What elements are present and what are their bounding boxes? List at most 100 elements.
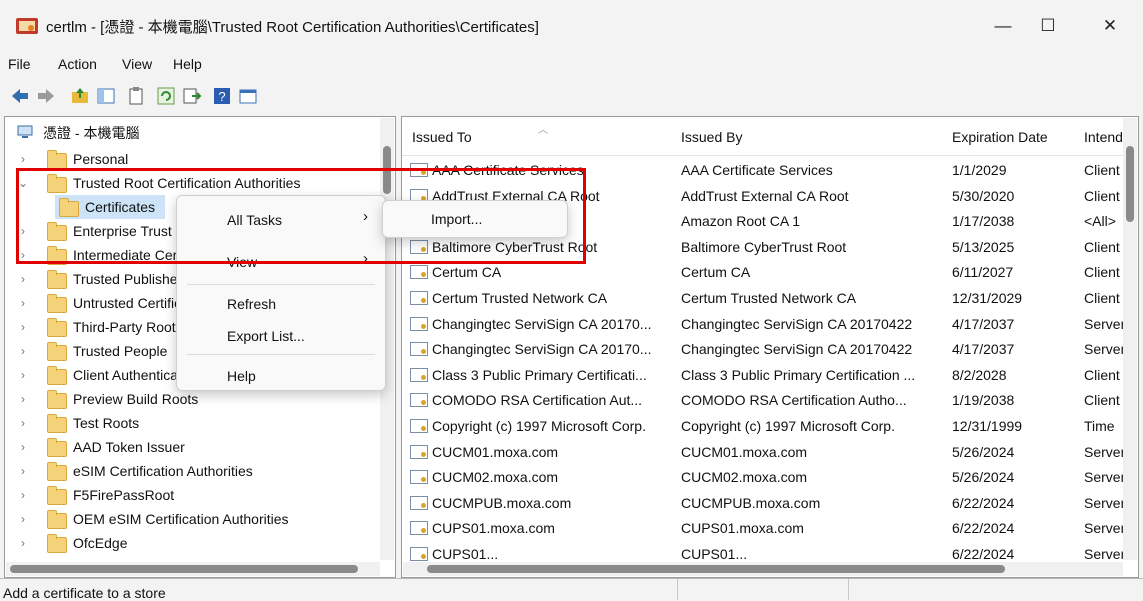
tree-root-label: 憑證 - 本機電腦 <box>43 125 140 141</box>
cell-expiration-date: 5/30/2020 <box>952 187 1015 204</box>
chevron-right-icon[interactable]: › <box>17 531 29 555</box>
export-list-icon[interactable] <box>182 86 202 106</box>
cell-issued-to: CUCMPUB.moxa.com <box>432 494 572 511</box>
folder-icon <box>47 486 67 505</box>
table-row[interactable]: Copyright (c) 1997 Microsoft Corp. Copyri… <box>402 413 1124 439</box>
up-folder-icon[interactable] <box>70 86 90 106</box>
minimize-button[interactable]: — <box>978 10 1028 42</box>
table-row[interactable]: CUCMPUB.moxa.com CUCMPUB.moxa.com 6/22/202… <box>402 490 1124 516</box>
cell-issued-by: Certum CA <box>681 264 751 281</box>
menu-view[interactable]: View <box>122 56 152 72</box>
list-horizontal-scrollbar[interactable] <box>403 562 1123 576</box>
maximize-button[interactable]: ☐ <box>1023 10 1073 42</box>
menu-action[interactable]: Action <box>58 56 97 72</box>
show-hide-tree-icon[interactable] <box>96 86 116 106</box>
cell-intended-purposes: Server <box>1084 494 1124 511</box>
cell-intended-purposes: Client <box>1084 392 1120 409</box>
cell-issued-by: COMODO RSA Certification Autho... <box>681 392 907 409</box>
tree-horizontal-scroll-thumb[interactable] <box>10 565 358 573</box>
chevron-right-icon[interactable]: › <box>17 291 29 315</box>
tree-item[interactable]: › AAD Token Issuer <box>5 435 375 459</box>
cell-expiration-date: 6/11/2027 <box>952 264 1014 281</box>
tree-item-label: Test Roots <box>73 415 140 431</box>
forward-arrow-icon[interactable] <box>36 86 56 106</box>
table-row[interactable]: COMODO RSA Certification Aut... COMODO RS… <box>402 387 1124 413</box>
certificate-icon <box>410 316 428 331</box>
cell-intended-purposes: Server <box>1084 469 1124 486</box>
cell-expiration-date: 4/17/2037 <box>952 341 1015 358</box>
cell-intended-purposes: Server <box>1084 443 1124 460</box>
list-vertical-scrollbar[interactable] <box>1123 118 1137 560</box>
clipboard-icon[interactable] <box>126 86 146 106</box>
chevron-right-icon[interactable]: › <box>17 267 29 291</box>
tree-item[interactable]: › Test Roots <box>5 411 375 435</box>
menu-help[interactable]: Help <box>173 56 202 72</box>
chevron-right-icon[interactable]: › <box>17 387 29 411</box>
certificate-icon <box>410 419 428 433</box>
cell-intended-purposes: Server <box>1084 520 1124 537</box>
folder-icon <box>47 342 67 361</box>
certificate-icon <box>410 547 428 561</box>
close-button[interactable]: ✕ <box>1085 10 1135 42</box>
table-row[interactable]: Class 3 Public Primary Certificati... Cla… <box>402 362 1124 388</box>
certificate-icon <box>410 291 428 305</box>
chevron-right-icon[interactable]: › <box>17 435 29 459</box>
chevron-right-icon[interactable]: › <box>17 363 29 387</box>
cell-intended-purposes: Client <box>1084 238 1120 255</box>
cell-intended-purposes: Client <box>1084 366 1120 383</box>
certificate-icon <box>410 521 428 536</box>
list-vertical-scroll-thumb[interactable] <box>1126 146 1134 222</box>
cell-expiration-date: 12/31/1999 <box>952 418 1023 434</box>
certificate-icon <box>410 342 428 357</box>
tree-item[interactable]: › F5FirePassRoot <box>5 483 375 507</box>
chevron-right-icon[interactable]: › <box>17 483 29 507</box>
chevron-right-icon[interactable]: › <box>17 459 29 483</box>
cell-issued-by: Copyright (c) 1997 Microsoft Corp. <box>681 418 895 434</box>
cell-expiration-date: 5/26/2024 <box>952 443 1015 460</box>
help-icon[interactable]: ? <box>212 86 232 106</box>
cell-expiration-date: 5/26/2024 <box>952 469 1015 486</box>
table-row[interactable]: CUPS01.moxa.com CUPS01.moxa.com 6/22/2024 S… <box>402 515 1124 541</box>
folder-icon <box>47 510 67 529</box>
column-header-intended-purposes[interactable]: Intended Purposes <box>1084 129 1124 145</box>
tree-item[interactable]: › OEM eSIM Certification Authorities <box>5 507 375 531</box>
table-row[interactable]: Changingtec ServiSign CA 20170... Changin… <box>402 336 1124 362</box>
cell-issued-to: CUCM02.moxa.com <box>432 469 559 486</box>
table-row[interactable]: CUCM01.moxa.com CUCM01.moxa.com 5/26/2024 S… <box>402 439 1124 465</box>
folder-icon <box>47 318 67 337</box>
refresh-icon[interactable] <box>156 86 176 106</box>
folder-icon <box>47 294 67 313</box>
tree-item-label: eSIM Certification Authorities <box>73 463 253 479</box>
table-row[interactable]: Certum Trusted Network CA Certum Trusted … <box>402 285 1124 311</box>
column-header-issued-by[interactable]: Issued By <box>681 129 742 145</box>
title-bar: certlm - [憑證 - 本機電腦\Trusted Root Certifi… <box>0 0 1143 50</box>
cell-expiration-date: 6/22/2024 <box>952 494 1015 511</box>
cell-expiration-date: 5/13/2025 <box>952 238 1015 255</box>
folder-icon <box>47 438 67 457</box>
cell-expiration-date: 1/1/2029 <box>952 162 1007 178</box>
chevron-right-icon[interactable]: › <box>17 411 29 435</box>
sort-indicator-icon: ︿ <box>538 125 548 136</box>
tree-horizontal-scrollbar[interactable] <box>6 562 380 576</box>
cell-intended-purposes: Time <box>1084 418 1115 434</box>
chevron-right-icon[interactable]: › <box>17 315 29 339</box>
column-header-expiration-date[interactable]: Expiration Date <box>952 129 1048 145</box>
context-menu-help[interactable]: Help <box>227 368 256 384</box>
toolbar: ? <box>0 80 1143 112</box>
context-menu-export-list[interactable]: Export List... <box>227 328 305 344</box>
context-menu-refresh[interactable]: Refresh <box>227 296 276 312</box>
list-horizontal-scroll-thumb[interactable] <box>427 565 1005 573</box>
back-arrow-icon[interactable] <box>10 86 30 106</box>
folder-icon <box>47 390 67 409</box>
certificate-icon <box>410 265 428 280</box>
tree-item[interactable]: › OfcEdge <box>5 531 375 555</box>
chevron-right-icon[interactable]: › <box>17 507 29 531</box>
cell-issued-by: CUPS01.moxa.com <box>681 520 804 537</box>
properties-icon[interactable] <box>238 86 258 106</box>
table-row[interactable]: Changingtec ServiSign CA 20170... Changin… <box>402 311 1124 337</box>
tree-item[interactable]: › eSIM Certification Authorities <box>5 459 375 483</box>
chevron-right-icon[interactable]: › <box>17 339 29 363</box>
table-row[interactable]: CUCM02.moxa.com CUCM02.moxa.com 5/26/2024 S… <box>402 464 1124 490</box>
menu-file[interactable]: File <box>8 56 31 72</box>
column-header-issued-to[interactable]: Issued To <box>412 129 472 145</box>
